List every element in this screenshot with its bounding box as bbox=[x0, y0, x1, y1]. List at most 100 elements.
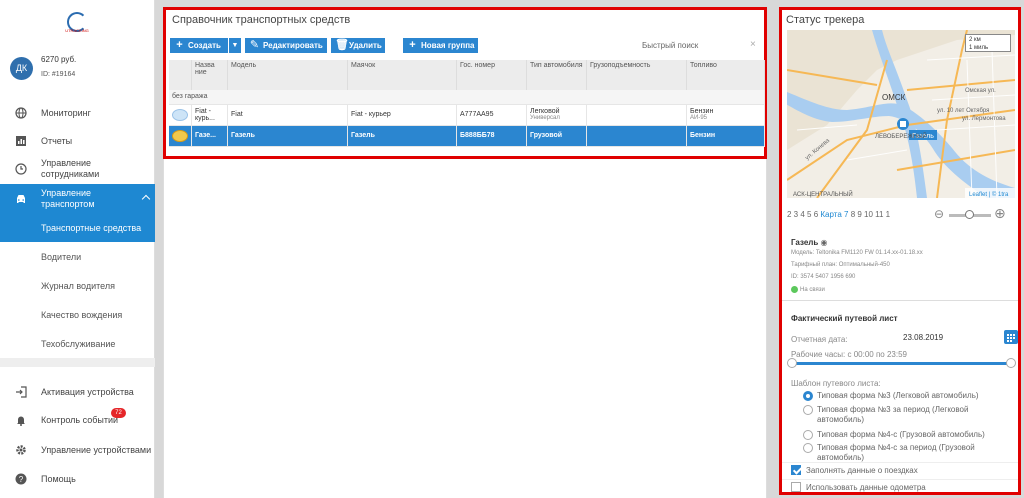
logo[interactable]: UTRACKING bbox=[60, 10, 94, 34]
sub-drivers[interactable]: Водители bbox=[0, 244, 155, 270]
sidebar-divider bbox=[0, 358, 155, 367]
cell-model: Газель bbox=[227, 125, 348, 147]
odometer-label[interactable]: Использовать данные одометра bbox=[806, 483, 926, 492]
map-canvas: Газель ОМСК Омская ул. ул. 10 лет Октябр… bbox=[787, 30, 1015, 198]
sub-driver-log[interactable]: Журнал водителя bbox=[0, 273, 155, 299]
cell-plate: Б888ББ78 bbox=[456, 125, 527, 147]
template-label: Шаблон путевого листа: bbox=[791, 379, 881, 388]
vehicle-model: Модель: Teltonika FM1120 FW 01.14.xx-01.… bbox=[791, 250, 923, 256]
col-model[interactable]: Модель bbox=[227, 60, 348, 90]
map-district-label: ЛЕВОБЕРЕЖНЫЙ bbox=[875, 132, 927, 140]
nav-help[interactable]: ? Помощь bbox=[0, 469, 155, 489]
sub-maintenance[interactable]: Техобслуживание bbox=[0, 331, 155, 357]
trash-icon: 🗑 bbox=[335, 39, 349, 51]
col-icon bbox=[169, 60, 192, 90]
scale-mi: 1 миль bbox=[969, 45, 989, 51]
date-field[interactable]: 23.08.2019 bbox=[903, 333, 943, 342]
quick-search-input[interactable]: Быстрый поиск bbox=[642, 41, 698, 50]
nav-devices[interactable]: Управление устройствами bbox=[0, 440, 155, 460]
group-label: без гаража bbox=[169, 90, 765, 105]
template-option-3[interactable]: Типовая форма №4-с (Грузовой автомобиль) bbox=[817, 430, 1007, 440]
calendar-icon[interactable] bbox=[1004, 330, 1018, 344]
template-option-1-radio[interactable] bbox=[803, 391, 813, 401]
map-attribution[interactable]: Leaflet | © 1tra bbox=[969, 191, 1009, 198]
waybill-title: Фактический путевой лист bbox=[791, 314, 898, 323]
nav-staff[interactable]: Управление сотрудниками bbox=[0, 156, 155, 182]
cell-tracker: Газель bbox=[347, 125, 457, 147]
edit-button[interactable]: ✎ Редактировать bbox=[245, 38, 327, 53]
zoom-out-icon[interactable]: ⊖ bbox=[934, 207, 944, 221]
template-option-1[interactable]: Типовая форма №3 (Легковой автомобиль) bbox=[817, 391, 1007, 401]
avatar[interactable]: ДК bbox=[10, 57, 33, 80]
globe-icon bbox=[15, 107, 27, 119]
zoom-levels-before[interactable]: 2 3 4 5 6 bbox=[787, 210, 818, 219]
nav-transport[interactable]: Управление транспортом bbox=[0, 184, 155, 214]
zoom-in-icon[interactable]: ⊕ bbox=[994, 205, 1006, 222]
fill-trips-checkbox[interactable] bbox=[791, 465, 801, 475]
sidebar: UTRACKING ДК 6270 руб. ID: #19164 Монито… bbox=[0, 0, 155, 498]
cell-name: Fiat - курь... bbox=[191, 104, 228, 126]
divider bbox=[782, 300, 1018, 301]
zoom-levels-after[interactable]: 8 9 10 11 1 bbox=[851, 210, 890, 219]
dropdown-caret-icon[interactable]: ▼ bbox=[228, 38, 241, 53]
nav-transport-label: Управление транспортом bbox=[41, 188, 95, 209]
delete-button[interactable]: 🗑 Удалить bbox=[331, 38, 385, 53]
odometer-checkbox[interactable] bbox=[791, 482, 801, 492]
sub-vehicles[interactable]: Транспортные средства bbox=[0, 214, 155, 242]
sub-driving-quality[interactable]: Качество вождения bbox=[0, 302, 155, 328]
vehicle-name-text: Газель bbox=[791, 238, 819, 247]
group-row[interactable]: без гаража bbox=[169, 90, 765, 105]
col-plate[interactable]: Гос. номер bbox=[456, 60, 527, 90]
nav-activation[interactable]: Активация устройства bbox=[0, 382, 155, 402]
plus-icon: + bbox=[176, 39, 183, 51]
map-street-label: Омская ул. bbox=[965, 88, 996, 94]
range-handle-start[interactable] bbox=[787, 358, 797, 368]
close-icon[interactable]: × bbox=[750, 39, 756, 50]
pencil-icon: ✎ bbox=[249, 39, 260, 51]
car-icon bbox=[15, 193, 27, 205]
table-row-selected[interactable]: Газе... Газель Газель Б888ББ78 Грузовой … bbox=[169, 125, 765, 147]
cell-icon bbox=[169, 104, 192, 126]
edit-label: Редактировать bbox=[263, 41, 323, 50]
col-capacity[interactable]: Грузоподъемность bbox=[586, 60, 687, 90]
nav-staff-label: Управление сотрудниками bbox=[41, 158, 100, 179]
divider bbox=[782, 462, 1018, 463]
eye-icon[interactable]: ◉ bbox=[821, 238, 828, 247]
col-name[interactable]: Назва ние bbox=[191, 60, 228, 90]
col-type[interactable]: Тип автомобиля bbox=[526, 60, 587, 90]
new-group-button[interactable]: + Новая группа bbox=[403, 38, 478, 53]
range-handle-end[interactable] bbox=[1006, 358, 1016, 368]
cell-fuel: Бензин bbox=[686, 125, 765, 147]
create-label: Создать bbox=[188, 41, 221, 50]
hours-range-slider[interactable] bbox=[792, 362, 1010, 365]
cell-type: Грузовой bbox=[526, 125, 587, 147]
nav-events[interactable]: Контроль событий bbox=[0, 410, 155, 430]
template-option-4[interactable]: Типовая форма №4-с за период (Грузовой а… bbox=[817, 443, 1007, 463]
vehicles-table: Назва ние Модель Маячок Гос. номер Тип а… bbox=[169, 60, 765, 147]
plus-icon: + bbox=[409, 39, 416, 51]
template-option-2[interactable]: Типовая форма №3 за период (Легковой авт… bbox=[817, 405, 1007, 425]
zoom-levels[interactable]: 2 3 4 5 6 Карта 7 8 9 10 11 1 bbox=[787, 210, 890, 219]
template-option-3-radio[interactable] bbox=[803, 430, 813, 440]
cell-plate: А777АА95 bbox=[456, 104, 527, 126]
map-street-label: ул. 10 лет Октября bbox=[937, 108, 989, 114]
nav-monitoring-label: Мониторинг bbox=[41, 107, 91, 118]
zoom-slider-handle[interactable] bbox=[965, 210, 974, 219]
nav-monitoring[interactable]: Мониторинг bbox=[0, 103, 155, 123]
map-street-label: ул. Лермонтова bbox=[962, 116, 1006, 122]
template-option-2-radio[interactable] bbox=[803, 405, 813, 415]
panel-title: Справочник транспортных средств bbox=[172, 14, 351, 26]
zoom-current[interactable]: Карта 7 bbox=[820, 210, 848, 219]
map[interactable]: Газель ОМСК Омская ул. ул. 10 лет Октябр… bbox=[787, 30, 1015, 198]
fill-trips-label[interactable]: Заполнять данные о поездках bbox=[806, 466, 918, 475]
nav-help-label: Помощь bbox=[41, 473, 76, 484]
template-option-4-radio[interactable] bbox=[803, 443, 813, 453]
cell-capacity bbox=[586, 104, 687, 126]
create-button[interactable]: + Создать ▼ bbox=[170, 38, 241, 53]
table-row[interactable]: Fiat - курь... Fiat Fiat - курьер А777АА… bbox=[169, 104, 765, 126]
tracker-status-panel: Статус трекера Газель ОМСК Омская ул. ул… bbox=[779, 7, 1021, 495]
nav-reports[interactable]: Отчеты bbox=[0, 131, 155, 151]
col-tracker[interactable]: Маячок bbox=[347, 60, 457, 90]
map-district-label: АСК-ЦЕНТРАЛЬНЫЙ bbox=[793, 190, 853, 198]
col-fuel[interactable]: Топливо bbox=[686, 60, 765, 90]
